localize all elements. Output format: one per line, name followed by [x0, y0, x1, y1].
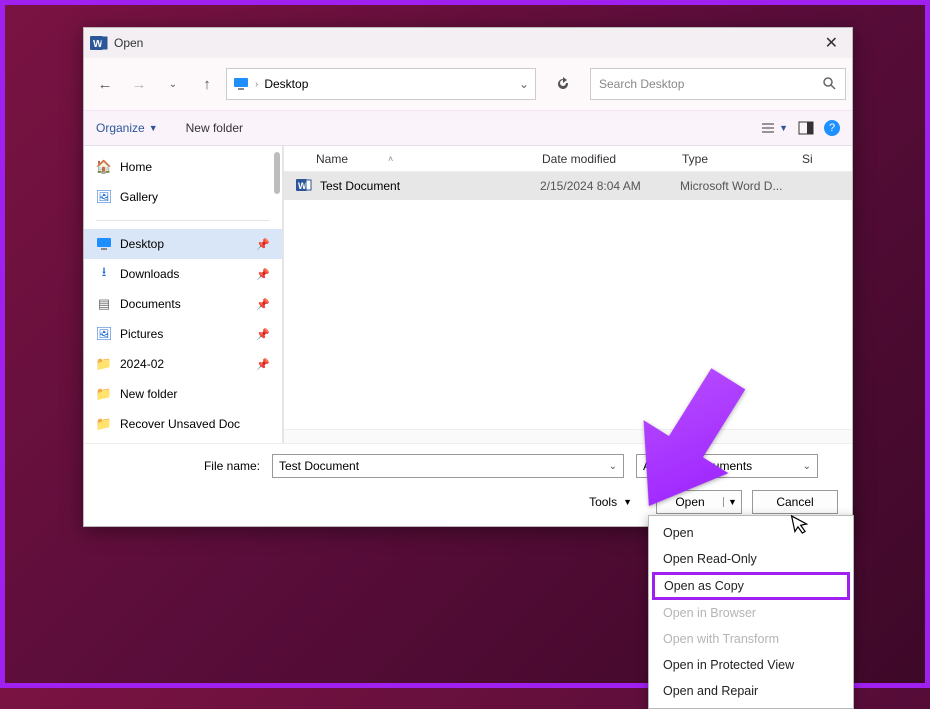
menu-item-browser: Open in Browser	[651, 600, 851, 626]
search-placeholder: Search Desktop	[599, 77, 684, 91]
chevron-right-icon: ›	[255, 79, 258, 90]
sidebar-item-gallery[interactable]: 🖼 Gallery	[84, 182, 282, 212]
address-bar[interactable]: › Desktop ⌄	[226, 68, 536, 100]
column-size[interactable]: Si	[802, 152, 832, 166]
column-date[interactable]: Date modified	[542, 152, 682, 166]
folder-icon: 📁	[96, 386, 112, 402]
nav-bar: ← → ⌄ ↑ › Desktop ⌄ Search Desktop	[84, 58, 852, 110]
file-list-pane: Name ˄ Date modified Type Si W Test Docum…	[284, 146, 852, 443]
sidebar-item-newfolder[interactable]: 📁 New folder	[84, 379, 282, 409]
menu-item-readonly[interactable]: Open Read-Only	[651, 546, 851, 572]
nav-forward-button[interactable]: →	[124, 69, 154, 99]
sidebar-item-label: Recover Unsaved Doc	[120, 417, 240, 431]
file-type: Microsoft Word D...	[680, 179, 820, 193]
filename-input[interactable]: Test Document ⌄	[272, 454, 624, 478]
nav-recent-dropdown[interactable]: ⌄	[158, 69, 188, 99]
column-type[interactable]: Type	[682, 152, 802, 166]
pictures-icon: 🖼	[96, 326, 112, 342]
organize-menu[interactable]: Organize▼	[96, 121, 158, 135]
pin-icon: 📌	[256, 298, 270, 311]
nav-back-button[interactable]: ←	[90, 69, 120, 99]
sidebar-item-label: Downloads	[120, 267, 179, 281]
desktop-icon	[233, 76, 249, 92]
menu-item-open-as-copy[interactable]: Open as Copy	[652, 572, 850, 600]
help-button[interactable]: ?	[824, 120, 840, 136]
search-icon	[821, 75, 837, 94]
pin-icon: 📌	[256, 238, 270, 251]
column-name[interactable]: Name	[316, 152, 348, 166]
search-input[interactable]: Search Desktop	[590, 68, 846, 100]
view-mode-button[interactable]: ▼	[760, 120, 788, 136]
sidebar-item-home[interactable]: 🏠 Home	[84, 152, 282, 182]
breadcrumb-location[interactable]: Desktop	[264, 77, 308, 91]
column-headers[interactable]: Name ˄ Date modified Type Si	[284, 146, 852, 172]
sidebar-item-label: Home	[120, 160, 152, 174]
menu-item-repair[interactable]: Open and Repair	[651, 678, 851, 704]
nav-up-button[interactable]: ↑	[192, 69, 222, 99]
refresh-button[interactable]	[548, 69, 578, 99]
sidebar-item-desktop[interactable]: Desktop 📌	[84, 229, 282, 259]
sidebar-item-downloads[interactable]: ⭳ Downloads 📌	[84, 259, 282, 289]
sidebar-item-label: Desktop	[120, 237, 164, 251]
document-icon: ▤	[96, 296, 112, 312]
menu-item-transform: Open with Transform	[651, 626, 851, 652]
sidebar-item-label: Documents	[120, 297, 181, 311]
download-icon: ⭳	[96, 266, 112, 282]
close-button[interactable]: ✕	[817, 31, 846, 55]
window-title: Open	[114, 36, 817, 50]
command-bar: Organize▼ New folder ▼ ?	[84, 110, 852, 146]
file-row[interactable]: W Test Document 2/15/2024 8:04 AM Micros…	[284, 172, 852, 200]
open-mode-menu: Open Open Read-Only Open as Copy Open in…	[648, 515, 854, 709]
chevron-down-icon[interactable]: ⌄	[519, 77, 529, 91]
file-date: 2/15/2024 8:04 AM	[540, 179, 680, 193]
pin-icon: 📌	[256, 268, 270, 281]
preview-pane-button[interactable]	[798, 120, 814, 136]
sidebar-item-recover[interactable]: 📁 Recover Unsaved Doc	[84, 409, 282, 439]
cancel-button-label: Cancel	[776, 495, 813, 509]
gallery-icon: 🖼	[96, 189, 112, 205]
sidebar-item-label: 2024-02	[120, 357, 164, 371]
filename-label: File name:	[98, 459, 266, 473]
sidebar-item-label: Pictures	[120, 327, 163, 341]
pin-icon: 📌	[256, 358, 270, 371]
sidebar-item-pictures[interactable]: 🖼 Pictures 📌	[84, 319, 282, 349]
sidebar-item-label: New folder	[120, 387, 177, 401]
sort-indicator-icon: ˄	[388, 154, 393, 164]
folder-icon: 📁	[96, 416, 112, 432]
sidebar-item-month[interactable]: 📁 2024-02 📌	[84, 349, 282, 379]
nav-sidebar[interactable]: 🏠 Home 🖼 Gallery Desktop 📌 ⭳ Downloads 📌	[84, 146, 284, 443]
sidebar-item-label: Gallery	[120, 190, 158, 204]
chevron-down-icon[interactable]: ⌄	[803, 461, 811, 472]
desktop-icon	[96, 236, 112, 252]
titlebar: W Open ✕	[84, 28, 852, 58]
cancel-button[interactable]: Cancel	[752, 490, 838, 514]
menu-item-open[interactable]: Open	[651, 520, 851, 546]
home-icon: 🏠	[96, 159, 112, 175]
sidebar-item-documents[interactable]: ▤ Documents 📌	[84, 289, 282, 319]
filename-value: Test Document	[279, 459, 359, 473]
sidebar-separator	[96, 220, 270, 221]
newfolder-button[interactable]: New folder	[186, 121, 243, 135]
word-app-icon: W	[90, 34, 108, 52]
pin-icon: 📌	[256, 328, 270, 341]
file-name: Test Document	[320, 179, 540, 193]
menu-item-protected[interactable]: Open in Protected View	[651, 652, 851, 678]
folder-icon: 📁	[96, 356, 112, 372]
word-file-icon: W	[296, 177, 314, 196]
